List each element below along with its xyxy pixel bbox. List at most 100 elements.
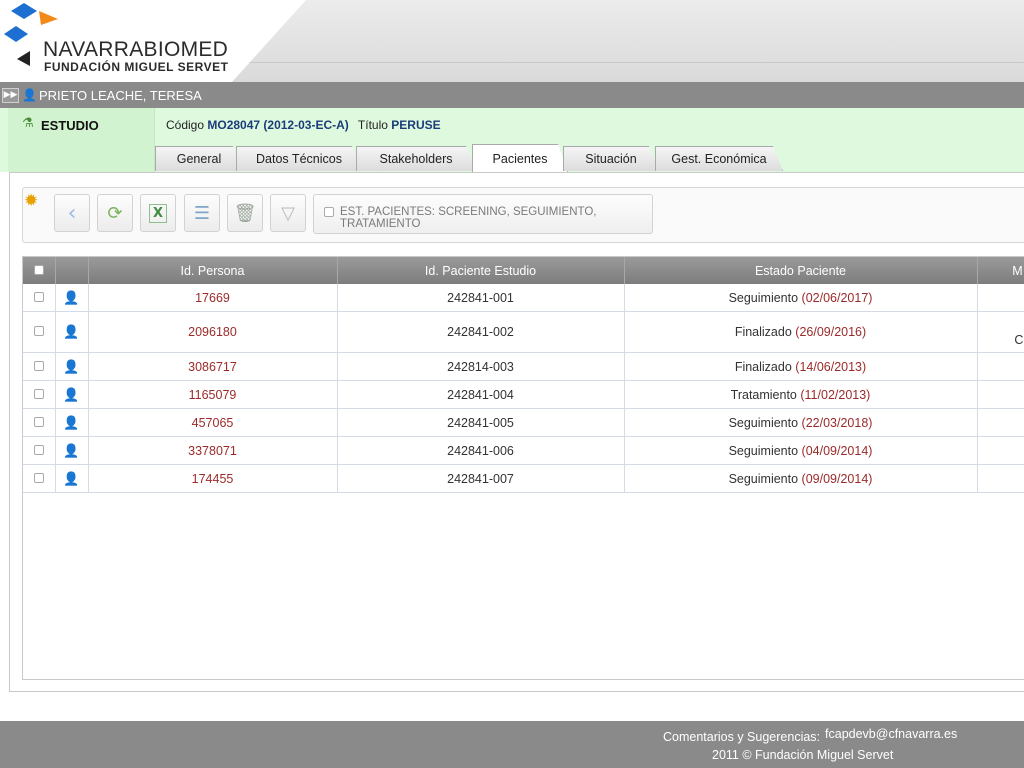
estado-text: Finalizado [734,325,792,339]
row-checkbox[interactable] [33,388,44,399]
form-button[interactable]: ☰ [184,194,220,232]
id-persona-cell[interactable]: 17669 [88,284,338,312]
estado-cell: Seguimiento (09/09/2014) [624,464,978,493]
id-paciente-cell: 242841-005 [337,408,625,437]
estado-text: Finalizado [734,359,792,374]
user-bar: ▶▶ 👤 PRIETO LEACHE, TERESA [0,82,1024,108]
id-persona-cell[interactable]: 1165079 [88,380,338,409]
estado-text: Seguimiento [728,443,799,458]
select-all-header[interactable] [23,257,56,284]
estado-fecha: (04/09/2014) [801,443,873,458]
id-paciente-cell: 242841-002 [337,311,625,353]
user-icon: 👤 [22,88,37,102]
excel-export-button[interactable]: X [140,194,176,232]
column-header-id-paciente[interactable]: Id. Paciente Estudio [337,257,625,284]
column-header-id-persona[interactable]: Id. Persona [88,257,338,284]
id-persona-cell[interactable]: 2096180 [88,311,338,353]
estado-cell: Seguimiento (22/03/2018) [624,408,978,437]
header-divider [248,62,1024,63]
delete-icon: 🗑 [233,202,257,224]
m-cell [977,408,1024,437]
id-paciente-cell: 242841-007 [337,464,625,493]
icon-column-header [55,257,89,284]
table-row[interactable]: 👤 1165079 242841-004 Tratamiento (11/02/… [23,380,1024,409]
estado-fecha: (09/09/2014) [801,471,873,486]
estado-fecha: (22/03/2018) [801,415,873,430]
patient-icon: 👤 [63,386,80,402]
estado-text: Seguimiento [728,290,799,305]
delete-button[interactable]: 🗑 [227,194,263,232]
patient-icon: 👤 [63,442,80,458]
id-persona-cell[interactable]: 174455 [88,464,338,493]
tab-gest-economica[interactable]: Gest. Económica [655,146,783,171]
column-header-estado[interactable]: Estado Paciente [624,257,978,284]
row-checkbox[interactable] [33,326,44,336]
study-section: ⚗ ESTUDIO [8,108,155,172]
patient-icon: 👤 [63,289,80,305]
id-paciente-cell: 242841-006 [337,436,625,465]
row-checkbox[interactable] [33,444,44,455]
header-background [232,0,1024,82]
filter-icon: ▽ [281,202,295,224]
estado-text: Tratamiento [730,387,797,402]
table-row[interactable]: 👤 3086717 242814-003 Finalizado (14/06/2… [23,352,1024,381]
brand-subtitle: FUNDACIÓN MIGUEL SERVET [44,60,229,74]
back-icon: ‹ [67,200,77,226]
id-paciente-cell: 242841-001 [337,284,625,312]
tab-datos-tecnicos[interactable]: Datos Técnicos [236,146,362,171]
m-cell [977,436,1024,465]
patient-icon: 👤 [63,358,80,374]
footer-comments-label: Comentarios y Sugerencias: [663,730,821,744]
brand-name: NAVARRABIOMED [43,38,229,61]
table-header-row: Id. Persona Id. Paciente Estudio Estado … [23,257,1024,284]
estado-text: Seguimiento [728,471,799,486]
app-header: NAVARRABIOMED FUNDACIÓN MIGUEL SERVET [0,0,1024,82]
filter-button[interactable]: ▽ [270,194,306,232]
refresh-button[interactable]: ⟳ [97,194,133,232]
m-text-1: Re [985,315,1024,332]
patients-table: Id. Persona Id. Paciente Estudio Estado … [23,257,1024,493]
table-row[interactable]: 👤 2096180 242841-002 Finalizado (26/09/2… [23,311,1024,353]
table-row[interactable]: 👤 3378071 242841-006 Seguimiento (04/09/… [23,436,1024,465]
tab-general[interactable]: General [155,146,243,171]
id-paciente-cell: 242841-004 [337,380,625,409]
row-checkbox[interactable] [33,416,44,427]
patient-status-filter[interactable]: EST. PACIENTES: SCREENING, SEGUIMIENTO, … [313,194,653,234]
patient-status-filter-checkbox[interactable] [324,207,334,217]
tab-pacientes[interactable]: Pacientes [472,144,568,172]
excel-export-icon: X [148,203,168,223]
row-checkbox[interactable] [33,472,44,483]
id-paciente-cell: 242814-003 [337,352,625,381]
m-cell [977,464,1024,493]
m-cell [977,380,1024,409]
patient-icon: 👤 [63,470,80,486]
table-row[interactable]: 👤 457065 242841-005 Seguimiento (22/03/2… [23,408,1024,437]
estado-fecha: (26/09/2016) [795,325,867,339]
estado-cell: Finalizado (14/06/2013) [624,352,978,381]
m-cell: Re Cons [977,311,1024,353]
settings-gear-icon[interactable]: ✹ [24,191,38,211]
row-checkbox[interactable] [33,360,44,371]
select-all-checkbox[interactable] [33,264,44,275]
back-button[interactable]: ‹ [54,194,90,232]
row-checkbox[interactable] [33,291,44,302]
refresh-icon: ⟳ [107,202,123,224]
m-text-2: Cons [1014,333,1024,347]
tab-situacion[interactable]: Situación [563,146,659,171]
m-cell [977,284,1024,312]
id-persona-cell[interactable]: 3086717 [88,352,338,381]
tab-stakeholders[interactable]: Stakeholders [356,146,476,171]
table-row[interactable]: 👤 17669 242841-001 Seguimiento (02/06/20… [23,284,1024,312]
column-header-m[interactable]: M [977,257,1024,284]
table-row[interactable]: 👤 174455 242841-007 Seguimiento (09/09/2… [23,464,1024,493]
study-code-label: Código [166,118,205,132]
footer-email-link[interactable]: fcapdevb@cfnavarra.es [825,727,957,741]
expand-icon[interactable]: ▶▶ [2,88,19,103]
app-footer: Comentarios y Sugerencias: fcapdevb@cfnav… [0,721,1024,768]
id-persona-cell[interactable]: 457065 [88,408,338,437]
estado-fecha: (02/06/2017) [801,290,873,305]
form-icon: ☰ [193,202,211,224]
patient-icon: 👤 [63,324,80,339]
id-persona-cell[interactable]: 3378071 [88,436,338,465]
footer-copyright: 2011 © Fundación Miguel Servet [712,748,894,762]
